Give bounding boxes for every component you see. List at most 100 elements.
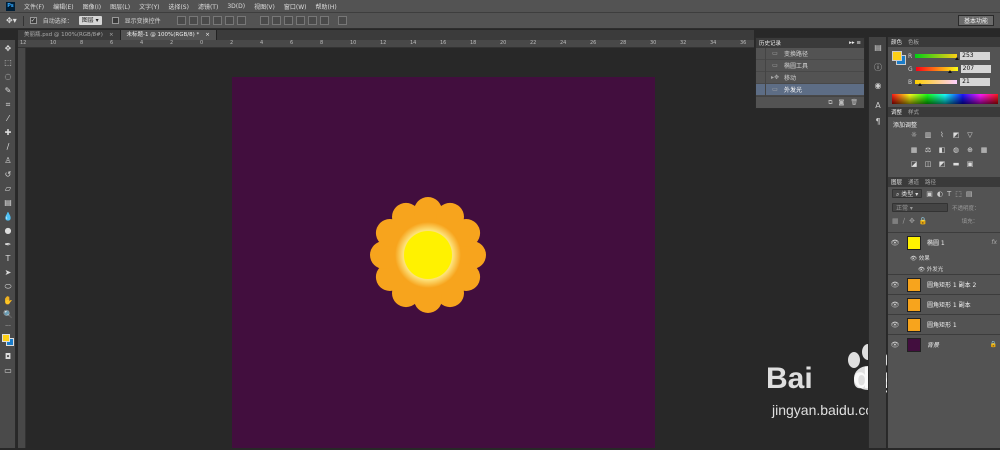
tab-layers[interactable]: 图层 (891, 178, 902, 186)
effect-eye-icon[interactable]: 👁 (918, 267, 925, 273)
lasso-tool-icon[interactable]: ◌ (3, 72, 13, 82)
auto-select-dropdown[interactable]: 图层 ▾ (78, 16, 102, 25)
selective-color-icon[interactable]: ▣ (966, 160, 974, 168)
filter-shape-icon[interactable]: ⬚ (955, 190, 962, 198)
outer-glow-effect-row[interactable]: 👁 外发光 (918, 265, 943, 273)
layer-row-ellipse[interactable]: 👁 椭圆 1 fx (888, 232, 1000, 252)
eye-icon[interactable]: 👁 (888, 301, 902, 309)
close-icon[interactable]: × (205, 30, 210, 40)
doc-tab-2[interactable]: 未标题-1 @ 100%(RGB/8) * × (120, 30, 217, 40)
history-title[interactable]: 历史记录 (759, 39, 781, 47)
properties-panel-icon[interactable]: ⓘ (873, 63, 883, 73)
tab-channels[interactable]: 通道 (908, 178, 919, 186)
tab-adjustments[interactable]: 调整 (891, 108, 902, 116)
character-panel-icon[interactable]: A (873, 101, 883, 111)
eye-icon[interactable]: 👁 (888, 321, 902, 329)
exposure-icon[interactable]: ◩ (952, 131, 960, 139)
eye-icon[interactable]: 👁 (888, 239, 902, 247)
gradient-map-icon[interactable]: ▬ (952, 160, 960, 168)
brush-tool-icon[interactable]: ∕ (3, 142, 13, 152)
crop-tool-icon[interactable]: ⌗ (3, 100, 13, 110)
distribute-hcenter-icon[interactable] (307, 16, 317, 25)
layer-filter-dropdown[interactable]: ⌕ 类型 ▾ (892, 189, 923, 198)
tab-swatches[interactable]: 色板 (908, 38, 919, 46)
menu-type[interactable]: 文字(Y) (139, 2, 159, 11)
doc-tab-1[interactable]: 美丽瓶.psd @ 100%(RGB/8#) × (18, 30, 121, 40)
layer-row-rect[interactable]: 👁 圆角矩形 1 (888, 314, 1000, 334)
screen-mode-icon[interactable]: ▭ (3, 366, 13, 376)
more-tools-icon[interactable]: ··· (3, 322, 13, 332)
trash-icon[interactable]: 🗑 (850, 99, 858, 106)
eye-icon[interactable]: 👁 (888, 341, 902, 349)
healing-brush-tool-icon[interactable]: ✚ (3, 128, 13, 138)
filter-type-icon[interactable]: T (947, 190, 951, 198)
filter-smart-icon[interactable]: ▤ (966, 190, 973, 198)
move-tool-icon[interactable]: ✥ (3, 44, 13, 54)
filter-adjustment-icon[interactable]: ◐ (937, 190, 943, 198)
zoom-tool-icon[interactable]: 🔍 (3, 310, 13, 320)
slider-knob[interactable] (948, 70, 953, 73)
effects-eye-icon[interactable]: 👁 (910, 256, 917, 262)
hue-saturation-icon[interactable]: ▦ (910, 146, 918, 154)
menu-filter[interactable]: 滤镜(T) (198, 2, 218, 11)
tab-color[interactable]: 颜色 (891, 38, 902, 46)
blue-value[interactable]: 21 (960, 78, 991, 86)
type-tool-icon[interactable]: T (3, 254, 13, 264)
quick-select-tool-icon[interactable]: ✎ (3, 86, 13, 96)
auto-select-checkbox[interactable]: ✓ (29, 17, 37, 24)
align-bottom-icon[interactable] (200, 16, 210, 25)
distribute-bottom-icon[interactable] (283, 16, 293, 25)
layer-row-rect-copy[interactable]: 👁 圆角矩形 1 副本 (888, 294, 1000, 314)
menu-file[interactable]: 文件(F) (24, 2, 44, 11)
eyedropper-tool-icon[interactable]: ⁄ (3, 114, 13, 124)
green-value[interactable]: 207 (960, 65, 991, 73)
tab-paths[interactable]: 路径 (925, 178, 936, 186)
menu-image[interactable]: 图像(I) (83, 2, 101, 11)
curves-icon[interactable]: ⌇ (938, 131, 946, 139)
menu-help[interactable]: 帮助(H) (316, 2, 337, 11)
threshold-icon[interactable]: ◩ (938, 160, 946, 168)
eraser-tool-icon[interactable]: ▱ (3, 184, 13, 194)
blur-tool-icon[interactable]: 💧 (3, 212, 13, 222)
blend-mode-dropdown[interactable]: 正常 ▾ (892, 203, 948, 212)
menu-3d[interactable]: 3D(D) (227, 3, 245, 10)
close-icon[interactable]: × (109, 30, 114, 40)
posterize-icon[interactable]: ◫ (924, 160, 932, 168)
vibrance-icon[interactable]: ▽ (966, 131, 974, 139)
color-foreground-swatch[interactable] (892, 51, 902, 61)
layer-row-rect-copy-2[interactable]: 👁 圆角矩形 1 副本 2 (888, 274, 1000, 294)
layer-effects-row[interactable]: 👁 效果 (910, 254, 930, 262)
history-item[interactable]: ▭ 椭圆工具 (756, 59, 864, 72)
align-top-icon[interactable] (176, 16, 186, 25)
distribute-right-icon[interactable] (319, 16, 329, 25)
history-item[interactable]: ▸✥ 移动 (756, 71, 864, 84)
photo-filter-icon[interactable]: ◍ (952, 146, 960, 154)
panel-menu-icon[interactable]: ▸▸ ≡ (849, 40, 861, 46)
red-value[interactable]: 253 (960, 52, 991, 60)
slider-knob[interactable] (954, 57, 959, 60)
green-slider[interactable] (915, 67, 958, 73)
channel-mixer-icon[interactable]: ⊕ (966, 146, 974, 154)
history-item[interactable]: ▭ 变换路径 (756, 47, 864, 60)
foreground-color-swatch[interactable] (2, 334, 10, 342)
auto-align-icon[interactable] (337, 16, 347, 25)
paragraph-panel-icon[interactable]: ¶ (873, 117, 883, 127)
distribute-left-icon[interactable] (295, 16, 305, 25)
hand-tool-icon[interactable]: ✋ (3, 296, 13, 306)
path-select-tool-icon[interactable]: ➤ (3, 268, 13, 278)
history-brush-tool-icon[interactable]: ↺ (3, 170, 13, 180)
lock-transparent-icon[interactable]: ▦ (892, 217, 899, 225)
menu-layer[interactable]: 图层(L) (110, 2, 130, 11)
color-lookup-icon[interactable]: ▦ (980, 146, 988, 154)
workspace-button[interactable]: 基本功能 (957, 15, 994, 26)
lock-position-icon[interactable]: ✥ (909, 217, 915, 225)
brightness-icon[interactable]: ☼ (910, 131, 918, 139)
eye-icon[interactable]: 👁 (888, 281, 902, 289)
new-doc-from-state-icon[interactable]: ⧉ (828, 99, 832, 107)
info-panel-icon[interactable]: ◉ (873, 81, 883, 91)
menu-select[interactable]: 选择(S) (168, 2, 189, 11)
distribute-top-icon[interactable] (259, 16, 269, 25)
levels-icon[interactable]: ▥ (924, 131, 932, 139)
clone-stamp-tool-icon[interactable]: ♙ (3, 156, 13, 166)
snapshot-icon[interactable]: ◙ (839, 99, 845, 106)
